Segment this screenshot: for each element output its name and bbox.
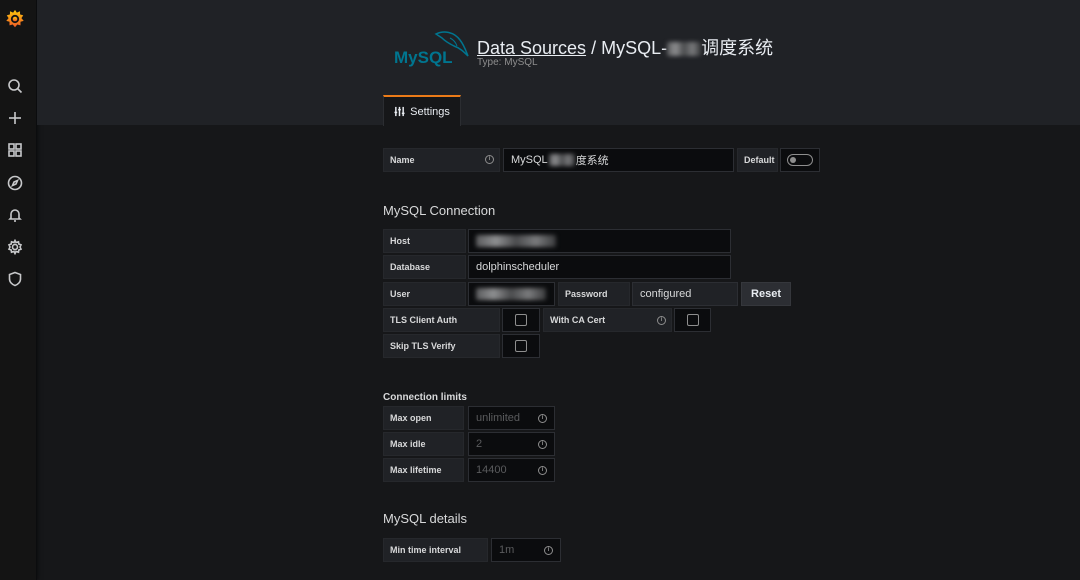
gear-icon[interactable] (6, 238, 24, 256)
max-open-placeholder: unlimited (476, 412, 521, 424)
redacted-text (667, 42, 702, 57)
user-label-text: User (390, 289, 411, 299)
max-lifetime-placeholder: 14400 (476, 464, 507, 476)
breadcrumb-separator: / (586, 38, 602, 58)
with-ca-cert-label: With CA Cert (543, 308, 672, 332)
name-value-suffix: 度系统 (575, 155, 609, 167)
password-label: Password (558, 282, 630, 306)
min-time-interval-label: Min time interval (383, 538, 488, 562)
checkbox-box (686, 314, 699, 326)
sliders-icon (394, 106, 405, 117)
default-label: Default (737, 148, 778, 172)
host-label: Host (383, 229, 466, 253)
min-time-interval-placeholder: 1m (499, 544, 515, 556)
tls-client-auth-label-text: TLS Client Auth (390, 315, 458, 325)
user-input[interactable] (468, 282, 555, 306)
min-time-interval-label-text: Min time interval (390, 545, 462, 555)
title-prefix: MySQL- (601, 38, 668, 58)
max-open-label: Max open (383, 406, 464, 430)
default-toggle[interactable] (787, 154, 813, 166)
name-label-text: Name (390, 155, 415, 165)
with-ca-cert-checkbox[interactable] (674, 308, 711, 332)
section-connection-limits: Connection limits (383, 392, 467, 403)
explore-icon[interactable] (6, 174, 24, 192)
skip-tls-verify-label: Skip TLS Verify (383, 334, 500, 358)
tab-settings-label: Settings (410, 105, 450, 118)
max-lifetime-label-text: Max lifetime (390, 465, 442, 475)
redacted-text (548, 154, 575, 166)
reset-button-label: Reset (751, 288, 781, 300)
tls-client-auth-label: TLS Client Auth (383, 308, 500, 332)
info-icon[interactable]: i (538, 466, 547, 475)
plus-icon[interactable] (6, 109, 24, 127)
name-value-prefix: MySQL (511, 154, 548, 166)
password-label-text: Password (565, 289, 608, 299)
reset-button[interactable]: Reset (741, 282, 791, 306)
dashboards-icon[interactable] (6, 141, 24, 159)
search-icon[interactable] (6, 77, 24, 95)
name-input[interactable]: MySQL 度系统 (503, 148, 734, 172)
mysql-logo: MySQL (394, 31, 469, 67)
skip-tls-verify-label-text: Skip TLS Verify (390, 341, 456, 351)
info-icon[interactable]: i (485, 155, 494, 164)
breadcrumb-data-sources[interactable]: Data Sources (477, 38, 586, 58)
info-icon[interactable]: i (538, 414, 547, 423)
password-input[interactable]: configured (632, 282, 738, 306)
shield-icon[interactable] (6, 270, 24, 288)
max-idle-label-text: Max idle (390, 439, 426, 449)
name-label: Name (383, 148, 500, 172)
page-header: MySQL Data Sources / MySQL- 调度系统 Type: My… (37, 0, 1080, 126)
default-toggle-wrap[interactable] (780, 148, 820, 172)
mysql-logo-text: MySQL (394, 48, 453, 67)
sidebar (0, 0, 37, 580)
checkbox-box (515, 314, 527, 326)
redacted-text (476, 235, 556, 247)
database-label-text: Database (390, 262, 431, 272)
alert-bell-icon[interactable] (6, 206, 24, 224)
password-value: configured (640, 288, 692, 300)
info-icon[interactable]: i (538, 440, 547, 449)
with-ca-cert-label-text: With CA Cert (550, 315, 606, 325)
max-open-label-text: Max open (390, 413, 432, 423)
checkbox-box (515, 340, 527, 352)
database-input[interactable]: dolphinscheduler (468, 255, 731, 279)
page-subtitle: Type: MySQL (477, 57, 538, 68)
section-mysql-connection: MySQL Connection (383, 203, 496, 218)
redacted-text (476, 288, 546, 300)
info-icon[interactable]: i (657, 316, 666, 325)
section-mysql-details: MySQL details (383, 511, 468, 526)
host-input[interactable] (468, 229, 731, 253)
default-label-text: Default (744, 155, 775, 165)
max-lifetime-label: Max lifetime (383, 458, 464, 482)
skip-tls-verify-checkbox[interactable] (502, 334, 540, 358)
title-suffix: 调度系统 (701, 38, 774, 58)
tls-client-auth-checkbox[interactable] (502, 308, 540, 332)
database-label: Database (383, 255, 466, 279)
user-label: User (383, 282, 466, 306)
tab-settings[interactable]: Settings (383, 95, 461, 126)
info-icon[interactable]: i (544, 546, 553, 555)
max-idle-label: Max idle (383, 432, 464, 456)
grafana-logo[interactable] (4, 8, 26, 30)
max-idle-placeholder: 2 (476, 438, 483, 450)
database-value: dolphinscheduler (476, 261, 560, 273)
host-label-text: Host (390, 236, 410, 246)
